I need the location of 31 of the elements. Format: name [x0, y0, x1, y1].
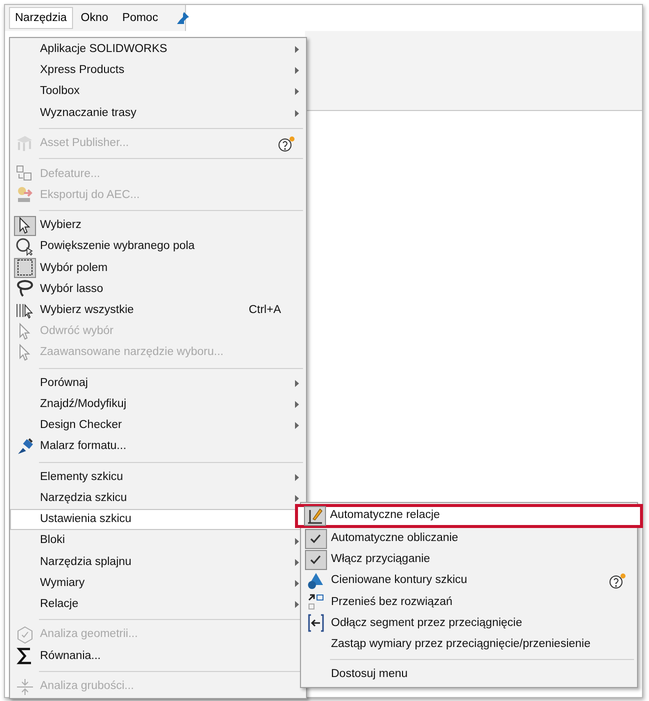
menu-item[interactable]: Wyznaczanie trasy: [10, 102, 306, 124]
shapes-icon: [306, 570, 326, 591]
menu-item[interactable]: Toolbox: [10, 81, 306, 103]
menu-item[interactable]: Wybór lasso: [10, 278, 306, 300]
menu-item[interactable]: Aplikacje SOLIDWORKS: [10, 39, 306, 60]
menu-item[interactable]: Powiększenie wybranego pola: [10, 236, 306, 258]
menu-item[interactable]: Automatyczne relacje: [295, 504, 643, 528]
pencil-icon: [305, 506, 325, 526]
help-icon: [277, 136, 295, 152]
help-icon: [608, 572, 626, 589]
menu-item[interactable]: Malarz formatu...: [10, 436, 306, 458]
cube-icon: [15, 625, 35, 646]
arrows-icon: [15, 676, 35, 697]
menu-item[interactable]: Design Checker: [10, 415, 306, 436]
brush-icon: [15, 436, 35, 457]
menu-item[interactable]: Wybierz: [10, 215, 306, 236]
bracket-icon: [306, 613, 326, 634]
menu-item[interactable]: Xpress Products: [10, 60, 306, 82]
pin-icon[interactable]: [176, 11, 190, 25]
menu-bar-item[interactable]: Narzędzia: [9, 7, 73, 29]
menu-item[interactable]: Znajdź/Modyfikuj: [10, 394, 306, 416]
menu-item[interactable]: Wybór polem: [10, 258, 306, 279]
menu-item[interactable]: Elementy szkicu: [10, 466, 306, 488]
dashed-box-icon: [15, 258, 35, 278]
menu-item[interactable]: Wybierz wszystkie Ctrl+A: [10, 300, 306, 322]
move-icon: [306, 592, 326, 612]
menu-bar-item[interactable]: Pomoc: [116, 7, 164, 29]
menu-bar-item[interactable]: Okno: [74, 7, 114, 29]
menu-item[interactable]: Porównaj: [10, 372, 306, 394]
magnifier-icon: [15, 236, 35, 257]
lasso-icon: [15, 279, 35, 300]
